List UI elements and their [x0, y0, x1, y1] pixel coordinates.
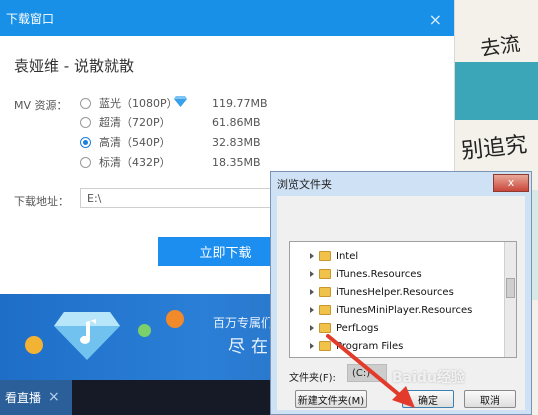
quality-label: 蓝光（1080P） — [99, 97, 178, 110]
live-stream-tab[interactable]: 看直播 — [0, 380, 72, 415]
expand-arrow-icon[interactable] — [310, 271, 314, 277]
expand-arrow-icon[interactable] — [310, 289, 314, 295]
tree-item-program-files[interactable]: Program Files — [310, 337, 403, 355]
folder-icon — [319, 251, 331, 261]
folder-name: iTunes.Resources — [336, 268, 422, 280]
folder-name: Intel — [336, 250, 359, 262]
radio-button[interactable] — [80, 97, 91, 109]
gold-medal-icon — [25, 336, 43, 354]
folder-tree[interactable]: Intel iTunes.Resources iTunesHelper.Reso… — [289, 241, 517, 358]
background-teal-block — [455, 62, 538, 120]
folder-name: PerfLogs — [336, 322, 379, 334]
quality-option-540p[interactable]: 高清（540P） 32.83MB — [80, 134, 261, 150]
ok-button[interactable]: 确定 — [402, 390, 454, 408]
file-size: 32.83MB — [212, 135, 261, 149]
folder-name: iTunesMiniPlayer.Resources — [336, 304, 473, 316]
folder-icon — [319, 341, 331, 351]
download-window-titlebar[interactable]: 下载窗口 × — [0, 0, 454, 36]
tree-item-ituneshelper-resources[interactable]: iTunesHelper.Resources — [310, 283, 454, 301]
tree-scrollbar[interactable] — [504, 242, 516, 357]
mv-resource-label: MV 资源： — [14, 99, 68, 112]
green-note-icon — [138, 324, 151, 337]
baidu-watermark: Baidu经验 — [392, 370, 465, 386]
expand-arrow-icon[interactable] — [310, 253, 314, 259]
close-icon[interactable]: × — [48, 389, 60, 405]
orange-music-icon — [166, 310, 184, 328]
radio-button[interactable] — [80, 156, 91, 168]
close-icon[interactable]: × — [429, 10, 442, 29]
tree-item-perflogs[interactable]: PerfLogs — [310, 319, 379, 337]
quality-label: 超清（720P） — [99, 116, 171, 129]
quality-option-1080p[interactable]: 蓝光（1080P） 119.77MB — [80, 95, 268, 111]
folder-name: iTunesHelper.Resources — [336, 286, 454, 298]
folder-name: Program Files — [336, 340, 404, 352]
cancel-button[interactable]: 取消 — [464, 390, 516, 408]
live-stream-label: 看直播 — [5, 391, 42, 405]
folder-field-label: 文件夹(F): — [289, 373, 336, 384]
file-size: 61.86MB — [212, 115, 261, 129]
tree-item-intel[interactable]: Intel — [310, 247, 358, 265]
banner-text-line1: 百万专属们 — [213, 316, 274, 330]
folder-icon — [319, 287, 331, 297]
quality-option-432p[interactable]: 标清（432P） 18.35MB — [80, 154, 261, 170]
expand-arrow-icon[interactable] — [310, 343, 314, 349]
expand-arrow-icon[interactable] — [310, 325, 314, 331]
quality-option-720p[interactable]: 超清（720P） 61.86MB — [80, 114, 261, 130]
background-handwriting-mid: 别追究 — [460, 132, 529, 165]
file-size: 18.35MB — [212, 155, 261, 169]
close-icon[interactable]: x — [493, 174, 529, 192]
folder-icon — [319, 269, 331, 279]
download-path-label: 下载地址： — [14, 195, 69, 208]
download-window-title: 下载窗口 — [6, 11, 55, 26]
diamond-vip-icon — [174, 96, 187, 107]
scrollbar-thumb[interactable] — [506, 278, 515, 298]
banner-text-line2: 尽在 — [228, 337, 274, 357]
folder-icon — [319, 305, 331, 315]
new-folder-button[interactable]: 新建文件夹(M) — [295, 390, 367, 408]
expand-arrow-icon[interactable] — [310, 307, 314, 313]
download-path-input[interactable] — [80, 188, 275, 208]
folder-icon — [319, 323, 331, 333]
tree-item-itunesminiplayer-resources[interactable]: iTunesMiniPlayer.Resources — [310, 301, 472, 319]
music-crystal-icon — [54, 312, 120, 360]
quality-label: 高清（540P） — [99, 136, 171, 149]
song-title: 袁娅维 - 说散就散 — [14, 57, 134, 75]
radio-button[interactable] — [80, 116, 91, 128]
file-size: 119.77MB — [212, 96, 268, 110]
radio-button-selected[interactable] — [80, 136, 91, 148]
browse-dialog-title: 浏览文件夹 — [277, 178, 332, 191]
background-handwriting-top: 去流 — [478, 31, 522, 61]
folder-field[interactable]: (C:) — [347, 364, 387, 382]
quality-label: 标清（432P） — [99, 156, 171, 169]
tree-item-itunes-resources[interactable]: iTunes.Resources — [310, 265, 422, 283]
browse-dialog-titlebar[interactable]: 浏览文件夹 x — [271, 172, 531, 196]
